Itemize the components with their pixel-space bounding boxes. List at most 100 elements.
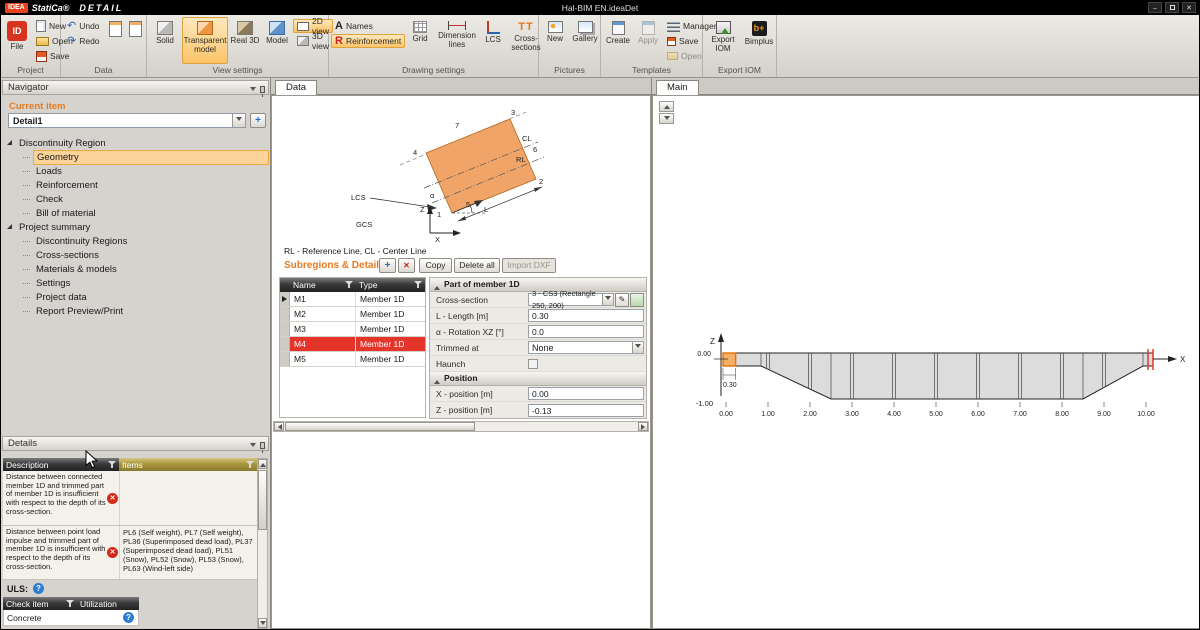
tree-item-cross-sections[interactable]: Cross-sections <box>23 248 102 262</box>
lcs-button[interactable]: LCS <box>480 17 506 64</box>
collapse-icon[interactable] <box>250 443 256 450</box>
collapse-icon[interactable] <box>250 87 256 94</box>
dimension-lines-button[interactable]: Dimension lines <box>435 17 479 64</box>
gallery-button[interactable]: Gallery <box>570 17 600 64</box>
tab-main[interactable]: Main <box>656 80 699 95</box>
scroll-up-button[interactable] <box>258 459 267 469</box>
undo-button[interactable]: ↶ Undo <box>63 19 105 33</box>
filter-icon[interactable] <box>414 281 422 288</box>
scroll-down-button[interactable] <box>258 618 267 628</box>
button-label: File <box>4 43 30 52</box>
tree-item-materials-models[interactable]: Materials & models <box>23 262 120 276</box>
template-create-button[interactable]: Create <box>603 17 633 64</box>
minimize-button[interactable]: – <box>1148 2 1162 13</box>
beam-outline[interactable] <box>723 353 1153 399</box>
real-3d-button[interactable]: Real 3D <box>229 17 261 64</box>
rotation-input[interactable]: 0.0 <box>528 325 644 338</box>
subregions-col-type[interactable]: Type <box>356 278 425 292</box>
check-col-utilization[interactable]: Utilization <box>77 597 139 610</box>
pin-icon[interactable] <box>260 86 265 93</box>
tree-item-discontinuity-regions[interactable]: Discontinuity Regions <box>23 234 130 248</box>
copy-button[interactable]: Copy <box>419 258 452 273</box>
reinforcement-toggle[interactable]: R Reinforcement <box>331 34 405 48</box>
filter-icon[interactable] <box>246 461 254 468</box>
paste-data-button[interactable] <box>126 17 145 64</box>
tree-item-check[interactable]: Check <box>23 192 66 206</box>
file-button[interactable]: ID File <box>3 17 31 64</box>
expander-icon[interactable] <box>7 224 12 229</box>
trimmed-at-dropdown[interactable]: None <box>528 341 644 354</box>
template-manager-button[interactable]: Manager <box>663 19 705 33</box>
x-position-input[interactable]: 0.00 <box>528 387 644 400</box>
scroll-left-button[interactable] <box>274 422 284 431</box>
tree-item-bill-of-material[interactable]: Bill of material <box>23 206 99 220</box>
section-position[interactable]: Position <box>430 372 646 386</box>
cross-section-dropdown[interactable]: 3 - CS3 (Rectangle 250, 200) <box>528 293 614 306</box>
view-3d-button[interactable]: 3D view <box>293 34 333 48</box>
scroll-thumb[interactable] <box>285 422 475 431</box>
redo-button[interactable]: ↷ Redo <box>63 34 105 48</box>
add-detail-button[interactable]: + <box>250 113 266 128</box>
filter-icon[interactable] <box>345 281 353 288</box>
copy-data-button[interactable] <box>106 17 125 64</box>
template-save-button[interactable]: Save <box>663 34 705 48</box>
tab-data[interactable]: Data <box>275 80 317 95</box>
model-button[interactable]: Model <box>262 17 292 64</box>
dropdown-caret-icon[interactable] <box>602 294 613 305</box>
pin-icon[interactable] <box>260 442 265 449</box>
dropdown-caret-icon[interactable] <box>632 342 643 353</box>
data-horizontal-scrollbar[interactable] <box>273 421 649 432</box>
details-col-items[interactable]: Items <box>119 458 257 471</box>
scroll-right-button[interactable] <box>638 422 648 431</box>
delete-subregion-button[interactable]: ✕ <box>398 258 415 273</box>
tree-item-project-data[interactable]: Project data <box>23 290 90 304</box>
names-toggle[interactable]: A Names <box>331 19 405 33</box>
ruler-label: 2.00 <box>803 411 817 418</box>
bimplus-button[interactable]: b+ Bimplus <box>742 17 776 64</box>
export-iom-button[interactable]: Export IOM <box>705 17 741 64</box>
help-icon[interactable]: ? <box>123 612 134 623</box>
details-row[interactable]: Distance between connected member 1D and… <box>3 471 257 526</box>
tree-item-geometry[interactable]: Geometry <box>23 150 269 164</box>
subregion-row-m4-selected[interactable]: M4 Member 1D <box>280 337 425 352</box>
check-col-item[interactable]: Check item <box>3 597 77 610</box>
picture-new-button[interactable]: New <box>541 17 569 64</box>
length-input[interactable]: 0.30 <box>528 309 644 322</box>
delete-all-button[interactable]: Delete all <box>454 258 500 273</box>
member-region-shape[interactable] <box>426 119 536 213</box>
tree-item-report-preview-print[interactable]: Report Preview/Print <box>23 304 126 318</box>
haunch-checkbox[interactable] <box>528 359 538 369</box>
subregions-col-name[interactable]: Name <box>290 278 356 292</box>
details-col-description[interactable]: Description <box>3 458 119 471</box>
tree-item-discontinuity-region[interactable]: Discontinuity Region <box>7 136 109 150</box>
details-row[interactable]: Distance between point load impulse and … <box>3 526 257 580</box>
expander-icon[interactable] <box>7 140 12 145</box>
tree-item-settings[interactable]: Settings <box>23 276 73 290</box>
grid-button[interactable]: Grid <box>406 17 434 64</box>
close-button[interactable]: ✕ <box>1182 2 1196 13</box>
subregion-row-m3[interactable]: M3 Member 1D <box>280 322 425 337</box>
tree-item-loads[interactable]: Loads <box>23 164 65 178</box>
tree-item-project-summary[interactable]: Project summary <box>7 220 93 234</box>
filter-icon[interactable] <box>108 461 116 468</box>
filter-icon[interactable] <box>66 600 74 607</box>
subregion-row-m5[interactable]: M5 Member 1D <box>280 352 425 367</box>
scroll-thumb[interactable] <box>258 470 267 530</box>
cross-section-picture-button[interactable] <box>630 293 644 307</box>
transparent-model-button[interactable]: Transparent model <box>182 17 228 64</box>
z-position-input[interactable]: -0.13 <box>528 404 644 417</box>
ruler-ticks <box>726 402 1146 407</box>
help-icon[interactable]: ? <box>33 583 44 594</box>
details-scrollbar[interactable] <box>257 458 268 629</box>
current-item-dropdown[interactable]: Detail1 <box>8 113 246 128</box>
dropdown-caret-icon[interactable] <box>232 114 245 127</box>
tree-item-reinforcement[interactable]: Reinforcement <box>23 178 101 192</box>
subregion-row-m2[interactable]: M2 Member 1D <box>280 307 425 322</box>
solid-button[interactable]: Solid <box>149 17 181 64</box>
maximize-button[interactable] <box>1165 2 1179 13</box>
edit-cross-section-button[interactable]: ✎ <box>615 293 629 307</box>
member-m-edited[interactable] <box>723 353 736 366</box>
add-subregion-button[interactable]: + <box>379 258 396 273</box>
subregion-row-m1[interactable]: M1 Member 1D <box>280 292 425 307</box>
check-row[interactable]: Concrete ? <box>3 610 139 626</box>
